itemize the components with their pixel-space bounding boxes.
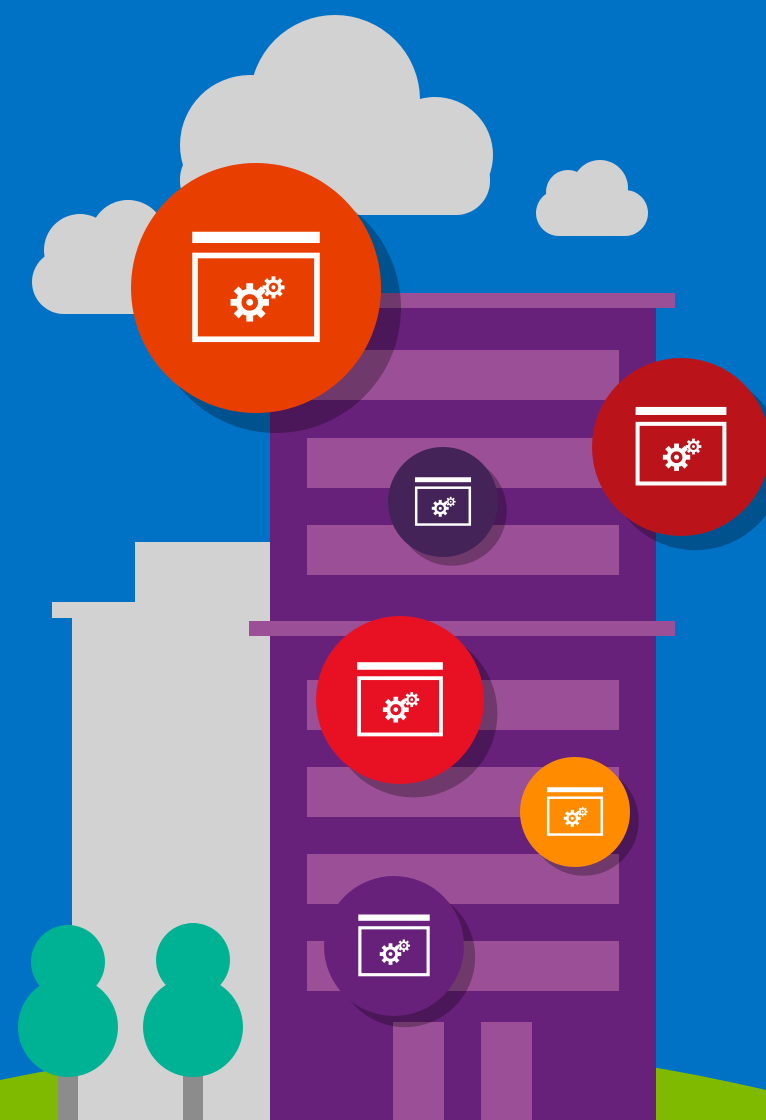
icon-circle (520, 757, 630, 867)
tower-door (393, 1022, 444, 1120)
tower-middle-ledge (249, 621, 675, 636)
icon-circle (316, 616, 484, 784)
icon-circle (131, 163, 381, 413)
tower-door (481, 1022, 532, 1120)
icon-circle (324, 876, 464, 1016)
icon-circle (388, 447, 498, 557)
icon-circle (592, 358, 766, 536)
cloud-apps-illustration (0, 0, 766, 1120)
